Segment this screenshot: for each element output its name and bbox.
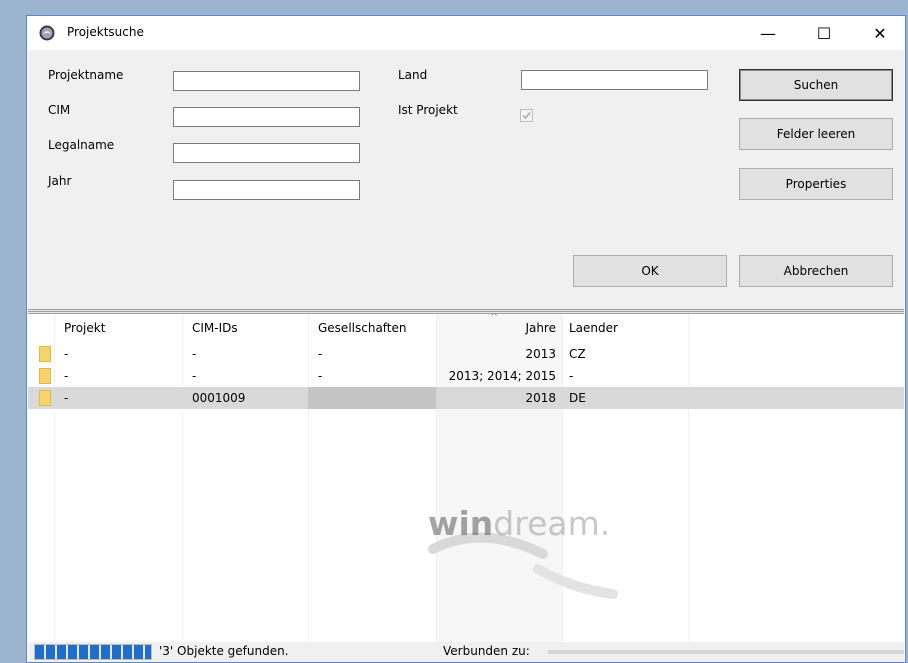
status-connected-label: Verbunden zu: bbox=[443, 644, 530, 658]
ist-projekt-checkbox[interactable] bbox=[520, 109, 533, 122]
column-header-cim-ids[interactable]: CIM-IDs bbox=[192, 314, 308, 342]
minimize-button[interactable]: — bbox=[745, 16, 791, 50]
cell-laender: - bbox=[569, 369, 574, 383]
cim-input[interactable] bbox=[173, 107, 360, 127]
properties-button[interactable]: Properties bbox=[739, 168, 893, 200]
watermark-rest: dream. bbox=[493, 504, 611, 543]
status-bar: '3' Objekte gefunden. Verbunden zu: bbox=[28, 642, 904, 662]
checkmark-icon bbox=[522, 112, 531, 120]
cell-projekt: - bbox=[64, 391, 69, 405]
cell-cim-ids: - bbox=[192, 347, 197, 361]
land-label: Land bbox=[398, 68, 428, 82]
cell-projekt: - bbox=[64, 347, 69, 361]
cell-cim-ids: 0001009 bbox=[192, 391, 246, 405]
watermark-bold: win bbox=[428, 504, 494, 543]
jahr-label: Jahr bbox=[48, 174, 72, 188]
column-header-laender[interactable]: Laender bbox=[569, 314, 688, 342]
folder-icon bbox=[39, 368, 51, 384]
search-form: Projektname CIM Legalname Jahr Land Ist … bbox=[28, 50, 904, 309]
column-header-gesellschaften[interactable]: Gesellschaften bbox=[318, 314, 436, 342]
table-row-selected[interactable]: - 0001009 2018 DE bbox=[28, 387, 904, 409]
maximize-icon: ☐ bbox=[816, 23, 832, 43]
ist-projekt-label: Ist Projekt bbox=[398, 103, 458, 117]
window-title: Projektsuche bbox=[67, 25, 144, 39]
selection-highlight bbox=[308, 387, 436, 409]
cell-jahre: 2018 bbox=[525, 391, 556, 405]
table-row[interactable]: - - - 2013 CZ bbox=[28, 343, 904, 365]
column-header-projekt[interactable]: Projekt bbox=[64, 314, 182, 342]
sort-ascending-icon: ^ bbox=[490, 314, 499, 323]
progress-fill bbox=[35, 645, 151, 659]
minimize-icon: — bbox=[760, 23, 776, 43]
title-bar[interactable]: Projektsuche — ☐ ✕ bbox=[27, 16, 905, 50]
ok-button[interactable]: OK bbox=[573, 255, 727, 287]
legalname-input[interactable] bbox=[173, 143, 360, 163]
progress-bar bbox=[34, 644, 152, 660]
cell-jahre: 2013 bbox=[525, 347, 556, 361]
cell-laender: CZ bbox=[569, 347, 586, 361]
results-list[interactable]: Projekt CIM-IDs Gesellschaften Jahre Lae… bbox=[28, 314, 904, 642]
abbrechen-button[interactable]: Abbrechen bbox=[739, 255, 893, 287]
close-icon: ✕ bbox=[873, 23, 887, 43]
cim-label: CIM bbox=[48, 103, 71, 117]
folder-icon bbox=[39, 390, 51, 406]
close-button[interactable]: ✕ bbox=[857, 16, 903, 50]
cell-projekt: - bbox=[64, 369, 69, 383]
projektsuche-window: Projektsuche — ☐ ✕ Projektname CIM Legal… bbox=[26, 15, 906, 663]
connection-indicator bbox=[548, 650, 904, 654]
app-icon bbox=[39, 25, 55, 41]
cell-laender: DE bbox=[569, 391, 586, 405]
table-row[interactable]: - - - 2013; 2014; 2015 - bbox=[28, 365, 904, 387]
felder-leeren-button[interactable]: Felder leeren bbox=[739, 118, 893, 150]
windream-watermark: windream. bbox=[428, 504, 610, 543]
cell-gesellschaften: - bbox=[318, 369, 323, 383]
status-found-text: '3' Objekte gefunden. bbox=[159, 644, 289, 658]
cell-cim-ids: - bbox=[192, 369, 197, 383]
projektname-input[interactable] bbox=[173, 71, 360, 91]
legalname-label: Legalname bbox=[48, 138, 115, 152]
land-input[interactable] bbox=[521, 70, 708, 90]
cell-jahre: 2013; 2014; 2015 bbox=[448, 369, 556, 383]
cell-gesellschaften: - bbox=[318, 347, 323, 361]
jahr-input[interactable] bbox=[173, 180, 360, 200]
maximize-button[interactable]: ☐ bbox=[801, 16, 847, 50]
projektname-label: Projektname bbox=[48, 68, 124, 82]
folder-icon bbox=[39, 346, 51, 362]
suchen-button[interactable]: Suchen bbox=[739, 69, 893, 101]
